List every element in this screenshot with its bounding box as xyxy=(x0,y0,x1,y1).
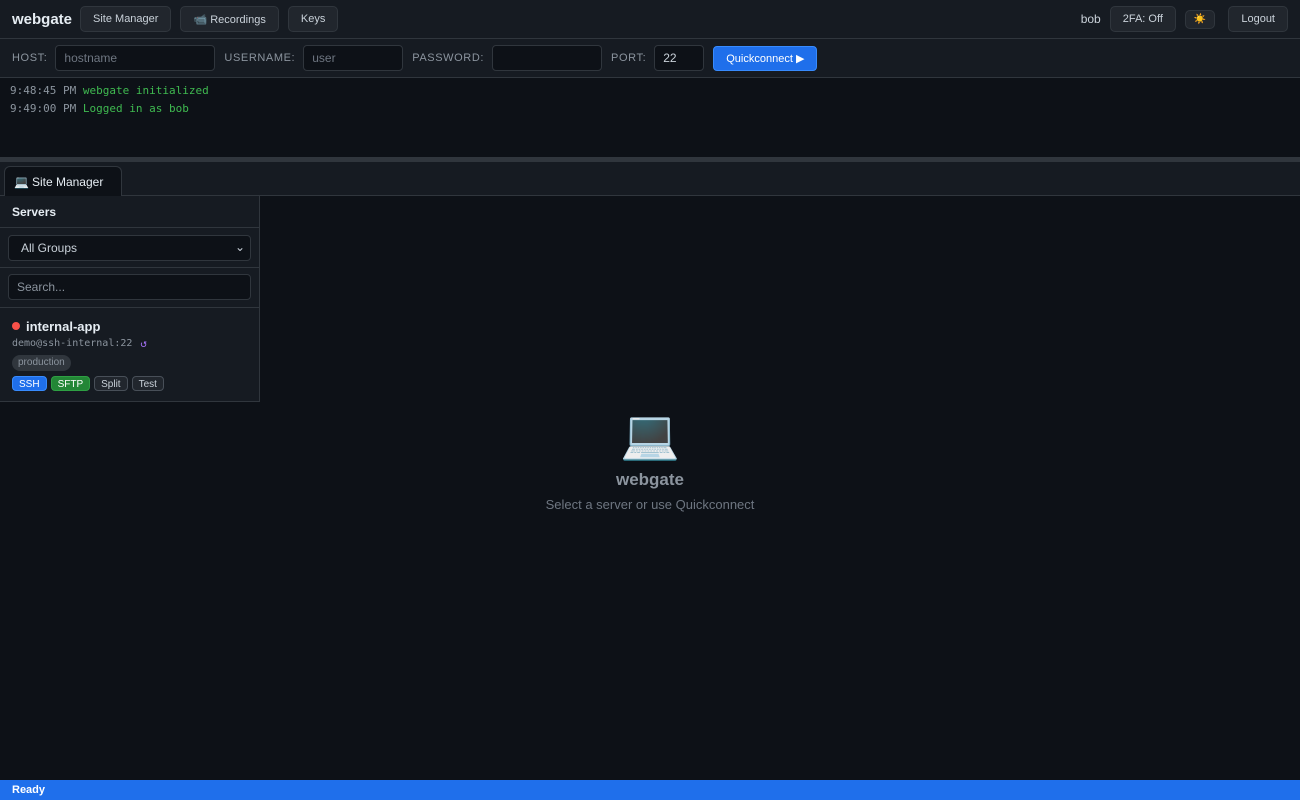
username-label: USERNAME: xyxy=(224,52,296,64)
server-sidebar: Servers All Groups ⌄ internal-app demo@s… xyxy=(0,196,260,402)
welcome-panel: 💻 webgate Select a server or use Quickco… xyxy=(540,408,760,512)
group-select-value: All Groups xyxy=(21,241,78,255)
log-time: 9:49:00 PM xyxy=(10,102,77,115)
password-label: PASSWORD: xyxy=(412,52,485,64)
status-bar: Ready xyxy=(0,780,1300,800)
quickconnect-bar: HOST: USERNAME: PASSWORD: PORT: Quickcon… xyxy=(0,39,1300,78)
group-select[interactable]: All Groups ⌄ xyxy=(8,235,251,261)
tab-site-manager[interactable]: 💻 Site Manager xyxy=(4,166,122,196)
sftp-button[interactable]: SFTP xyxy=(50,376,91,391)
log-line: 9:49:00 PM Logged in as bob xyxy=(10,102,1290,120)
port-input[interactable] xyxy=(654,45,705,71)
chevron-down-icon: ⌄ xyxy=(234,240,245,254)
laptop-icon: 💻 xyxy=(620,409,680,462)
log-line: 9:48:45 PM webgate initialized xyxy=(10,84,1290,102)
username-input[interactable] xyxy=(303,45,404,71)
quickconnect-button[interactable]: Quickconnect ▶ xyxy=(713,45,818,71)
password-input[interactable] xyxy=(492,45,603,71)
servers-heading: Servers xyxy=(0,196,259,228)
host-label: HOST: xyxy=(12,52,48,64)
reload-icon[interactable]: ↺ xyxy=(140,337,147,350)
keys-button[interactable]: Keys xyxy=(287,6,339,32)
server-search-input[interactable] xyxy=(8,274,251,300)
log-panel: 9:48:45 PM webgate initialized 9:49:00 P… xyxy=(0,78,1300,157)
server-title-row: internal-app xyxy=(12,318,247,334)
server-list-item[interactable]: internal-app demo@ssh-internal:22 ↺ prod… xyxy=(0,308,259,401)
group-filter-section: All Groups ⌄ xyxy=(0,228,259,268)
twofa-button[interactable]: 2FA: Off xyxy=(1109,6,1176,32)
top-bar: webgate Site Manager 📹 Recordings Keys b… xyxy=(0,0,1300,39)
logout-button[interactable]: Logout xyxy=(1228,6,1288,32)
theme-toggle-sun-icon[interactable]: ☀️ xyxy=(1184,9,1216,29)
status-text: Ready xyxy=(12,784,46,796)
search-section xyxy=(0,268,259,308)
server-address-row: demo@ssh-internal:22 ↺ xyxy=(12,336,247,351)
welcome-title: webgate xyxy=(615,470,685,489)
welcome-subtitle: Select a server or use Quickconnect xyxy=(545,497,755,512)
ssh-button[interactable]: SSH xyxy=(12,376,47,391)
log-time: 9:48:45 PM xyxy=(10,84,77,97)
split-button[interactable]: Split xyxy=(94,376,128,391)
server-address: demo@ssh-internal:22 xyxy=(12,338,133,349)
status-dot-icon xyxy=(12,322,20,330)
log-message: Logged in as bob xyxy=(82,102,189,115)
server-actions: SSH SFTP Split Test xyxy=(12,376,247,391)
host-input[interactable] xyxy=(55,45,216,71)
log-message: webgate initialized xyxy=(82,84,209,97)
test-button[interactable]: Test xyxy=(131,376,164,391)
recordings-button[interactable]: 📹 Recordings xyxy=(180,6,279,32)
tab-label: Site Manager xyxy=(31,174,104,189)
laptop-icon: 💻 xyxy=(14,174,29,189)
app-brand: webgate xyxy=(12,10,73,28)
port-label: PORT: xyxy=(611,52,647,64)
site-manager-button[interactable]: Site Manager xyxy=(80,6,172,32)
server-name: internal-app xyxy=(26,318,101,334)
username-label: bob xyxy=(1080,12,1101,26)
tab-bar: 💻 Site Manager xyxy=(0,162,1300,196)
group-tag: production xyxy=(12,355,71,371)
